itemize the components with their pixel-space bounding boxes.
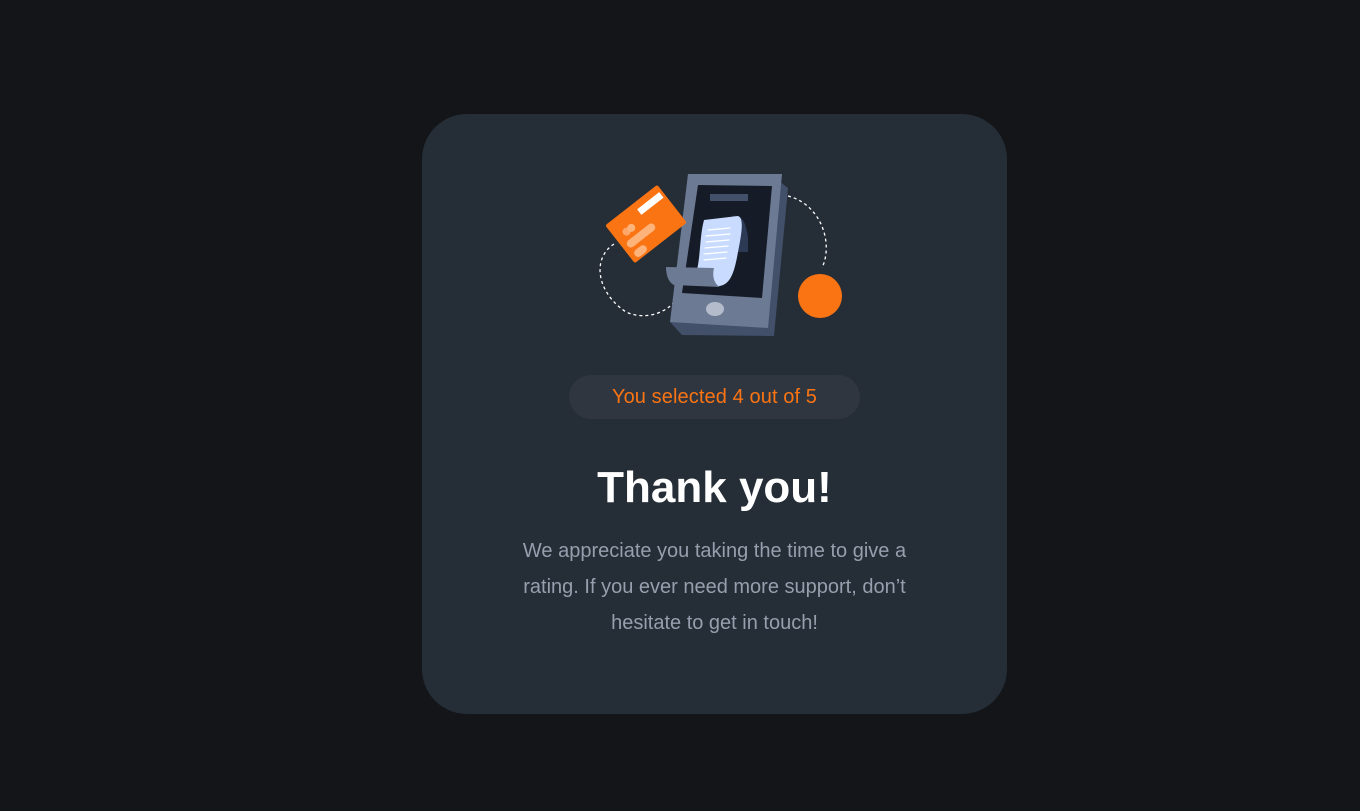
page-title: Thank you!	[597, 463, 832, 512]
rating-selected-badge: You selected 4 out of 5	[569, 375, 860, 419]
accent-circle	[798, 274, 842, 318]
phone-speaker	[710, 194, 748, 201]
dashed-orbit-right	[787, 195, 827, 269]
receipt-tray	[666, 267, 720, 287]
credit-card	[606, 185, 686, 263]
phone-home-button	[706, 302, 724, 316]
thank-you-message: We appreciate you taking the time to giv…	[522, 540, 907, 634]
thank-you-card: You selected 4 out of 5 Thank you! We ap…	[422, 114, 1007, 714]
card-payment-illustration	[599, 174, 842, 336]
